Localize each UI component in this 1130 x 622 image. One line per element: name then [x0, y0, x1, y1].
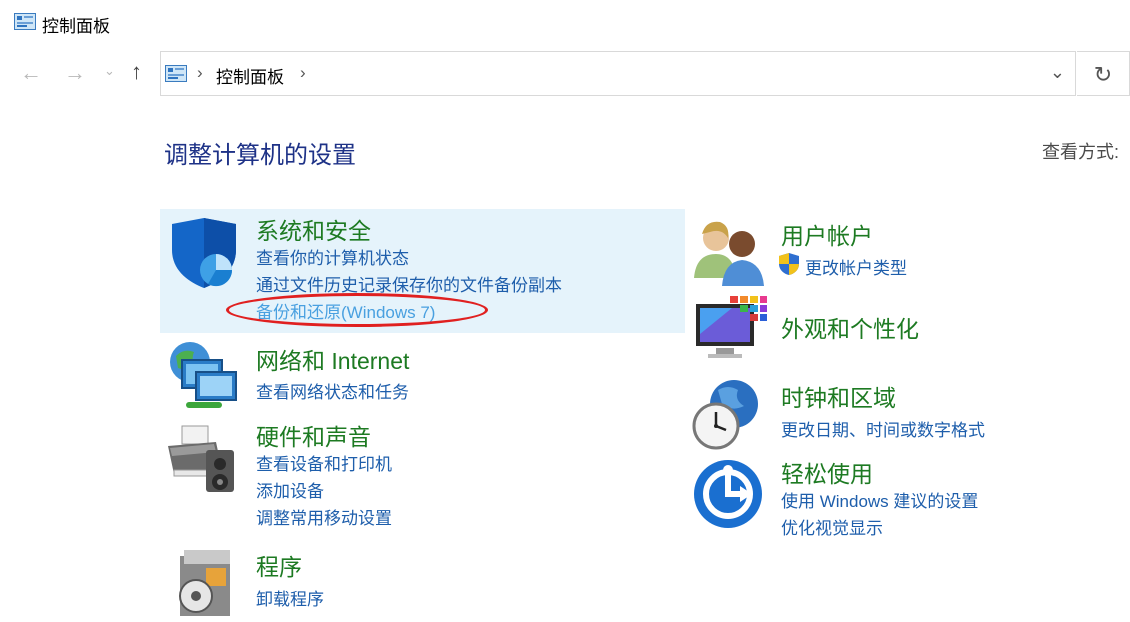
up-button[interactable]: ↑ [131, 59, 142, 85]
monitor-palette-icon[interactable] [692, 294, 768, 370]
link-network-status[interactable]: 查看网络状态和任务 [256, 378, 409, 403]
page-title: 调整计算机的设置 [164, 142, 356, 169]
category-appearance-personalization[interactable]: 外观和个性化 [781, 310, 919, 344]
link-file-history-backup[interactable]: 通过文件历史记录保存你的文件备份副本 [256, 271, 562, 296]
category-ease-of-access[interactable]: 轻松使用 [781, 455, 873, 489]
clock-globe-icon[interactable] [688, 376, 764, 452]
link-devices-printers[interactable]: 查看设备和打印机 [256, 450, 392, 475]
link-mobility-settings[interactable]: 调整常用移动设置 [256, 504, 392, 529]
category-network-internet[interactable]: 网络和 Internet [256, 342, 409, 376]
link-change-date-time-format[interactable]: 更改日期、时间或数字格式 [781, 416, 985, 441]
title-bar: 控制面板 [0, 0, 1130, 46]
annotation-ellipse [226, 293, 488, 327]
view-by-label[interactable]: 查看方式: [1042, 138, 1119, 164]
category-user-accounts[interactable]: 用户帐户 [781, 217, 873, 251]
address-dropdown-icon[interactable]: ⌄ [1050, 62, 1065, 83]
shield-icon[interactable] [166, 216, 242, 292]
uac-shield-icon [779, 253, 799, 275]
link-view-computer-status[interactable]: 查看你的计算机状态 [256, 244, 409, 269]
recent-locations-button[interactable]: ⌄ [104, 63, 115, 79]
programs-disc-icon[interactable] [166, 546, 242, 622]
category-system-security[interactable]: 系统和安全 [256, 212, 371, 246]
ease-of-access-icon[interactable] [690, 456, 766, 532]
link-uninstall-program[interactable]: 卸载程序 [256, 585, 324, 610]
chevron-right-icon[interactable]: › [300, 63, 306, 83]
back-button[interactable]: ← [20, 60, 42, 86]
chevron-right-icon[interactable]: › [197, 63, 203, 83]
link-change-account-type[interactable]: 更改帐户类型 [805, 254, 907, 279]
link-optimize-visual-display[interactable]: 优化视觉显示 [781, 514, 883, 539]
control-panel-icon [14, 13, 36, 30]
link-add-device[interactable]: 添加设备 [256, 477, 324, 502]
category-programs[interactable]: 程序 [256, 548, 302, 582]
link-recommended-settings[interactable]: 使用 Windows 建议的设置 [781, 487, 978, 512]
refresh-button[interactable]: ↻ [1077, 51, 1130, 96]
printer-speaker-icon[interactable] [164, 420, 240, 496]
forward-button[interactable]: → [64, 60, 86, 86]
control-panel-icon [165, 65, 187, 82]
users-icon[interactable] [692, 214, 768, 290]
window-title: 控制面板 [42, 17, 110, 36]
category-hardware-sound[interactable]: 硬件和声音 [256, 418, 371, 452]
address-bar[interactable]: › 控制面板 › ⌄ [160, 51, 1076, 96]
network-globe-icon[interactable] [164, 338, 240, 414]
category-clock-region[interactable]: 时钟和区域 [781, 379, 896, 413]
breadcrumb[interactable]: 控制面板 [216, 63, 284, 88]
